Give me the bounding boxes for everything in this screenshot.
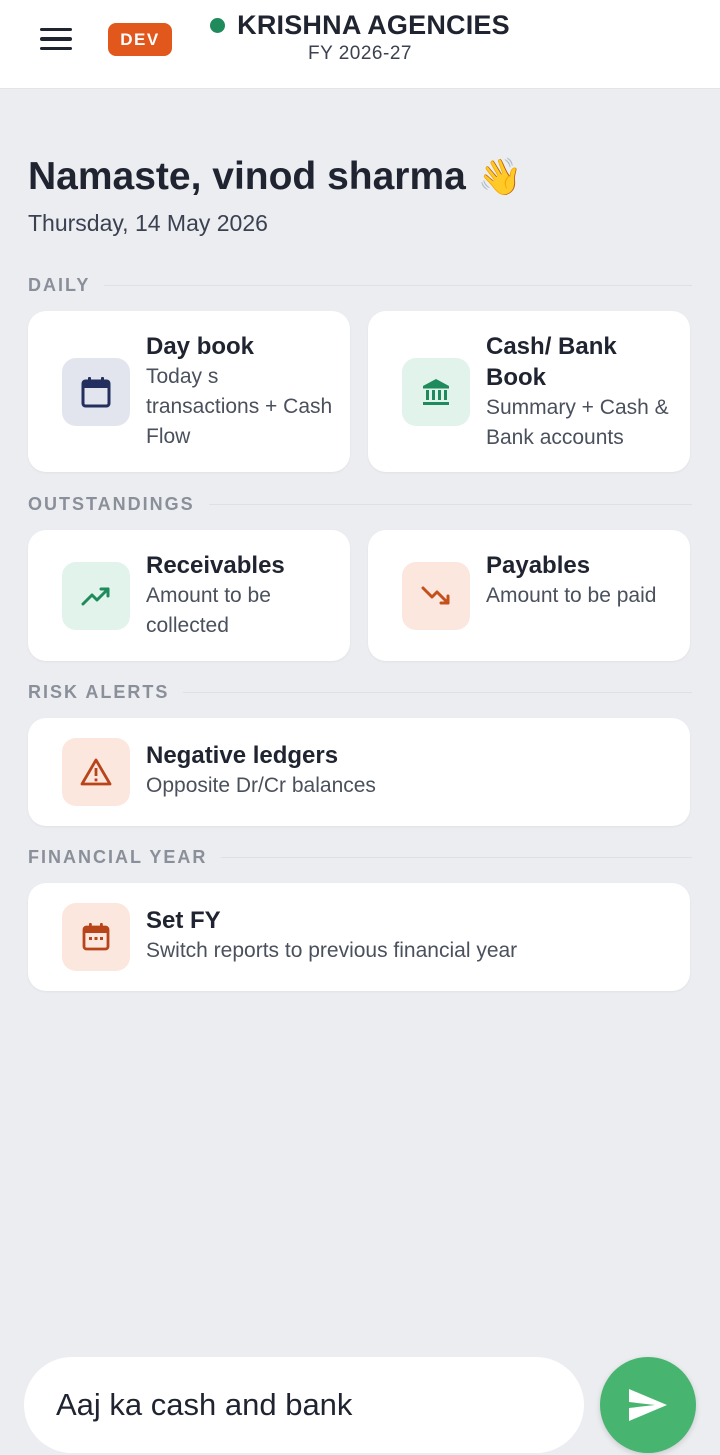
chat-input-value: Aaj ka cash and bank bbox=[56, 1387, 353, 1422]
receivables-card[interactable]: Receivables Amount to be collected bbox=[28, 530, 350, 661]
greeting-heading: Namaste, vinod sharma 👋 bbox=[28, 155, 523, 199]
card-title: Receivables bbox=[146, 552, 285, 579]
set-fy-card[interactable]: Set FY Switch reports to previous financ… bbox=[28, 883, 690, 991]
daybook-card[interactable]: Day book Today s transactions + Cash Flo… bbox=[28, 311, 350, 472]
section-label: OUTSTANDINGS bbox=[28, 494, 195, 514]
warning-icon bbox=[62, 738, 130, 806]
divider bbox=[221, 857, 692, 858]
negative-ledgers-card[interactable]: Negative ledgers Opposite Dr/Cr balances bbox=[28, 718, 690, 826]
fy-label: FY 2026-27 bbox=[308, 43, 412, 64]
card-description: Summary + Cash & Bank accounts bbox=[486, 396, 669, 449]
card-title: Cash/ Bank Book bbox=[486, 333, 617, 391]
card-description: Today s transactions + Cash Flow bbox=[146, 365, 333, 448]
status-dot-icon bbox=[210, 18, 226, 33]
card-description: Amount to be collected bbox=[146, 584, 271, 637]
env-badge: DEV bbox=[108, 23, 172, 56]
current-date: Thursday, 14 May 2026 bbox=[28, 210, 268, 236]
app-bar: DEV KRISHNA AGENCIES FY 2026-27 bbox=[0, 0, 720, 89]
cash-bank-book-card[interactable]: Cash/ Bank Book Summary + Cash & Bank ac… bbox=[368, 311, 690, 472]
card-title: Set FY bbox=[146, 907, 221, 934]
send-button[interactable] bbox=[600, 1357, 696, 1453]
card-description: Switch reports to previous financial yea… bbox=[146, 939, 518, 962]
card-description: Amount to be paid bbox=[486, 584, 657, 607]
company-name: KRISHNA AGENCIES bbox=[237, 10, 510, 40]
trending-up-icon bbox=[62, 562, 130, 630]
chat-input[interactable]: Aaj ka cash and bank bbox=[24, 1357, 584, 1453]
card-description: Opposite Dr/Cr balances bbox=[146, 774, 376, 797]
divider bbox=[208, 504, 692, 505]
card-title: Negative ledgers bbox=[146, 742, 339, 769]
section-outstandings: OUTSTANDINGS bbox=[28, 494, 692, 515]
calendar-month-icon bbox=[62, 903, 130, 971]
section-daily: DAILY bbox=[28, 275, 692, 296]
section-risk-alerts: RISK ALERTS bbox=[28, 682, 692, 703]
hamburger-icon bbox=[40, 27, 72, 32]
trending-down-icon bbox=[402, 562, 470, 630]
payables-card[interactable]: Payables Amount to be paid bbox=[368, 530, 690, 661]
card-title: Day book bbox=[146, 333, 255, 360]
calendar-icon bbox=[62, 358, 130, 426]
section-financial-year: FINANCIAL YEAR bbox=[28, 847, 692, 868]
section-label: RISK ALERTS bbox=[28, 682, 170, 702]
bank-icon bbox=[402, 358, 470, 426]
divider bbox=[104, 285, 692, 286]
section-label: DAILY bbox=[28, 275, 91, 295]
card-title: Payables bbox=[486, 552, 591, 579]
section-label: FINANCIAL YEAR bbox=[28, 847, 208, 867]
company-title[interactable]: KRISHNA AGENCIES FY 2026-27 bbox=[200, 10, 520, 65]
wave-icon: 👋 bbox=[477, 156, 523, 197]
greeting-text: Namaste, vinod sharma bbox=[28, 155, 466, 198]
send-icon bbox=[629, 1389, 667, 1421]
menu-button[interactable] bbox=[40, 22, 80, 56]
divider bbox=[183, 692, 692, 693]
